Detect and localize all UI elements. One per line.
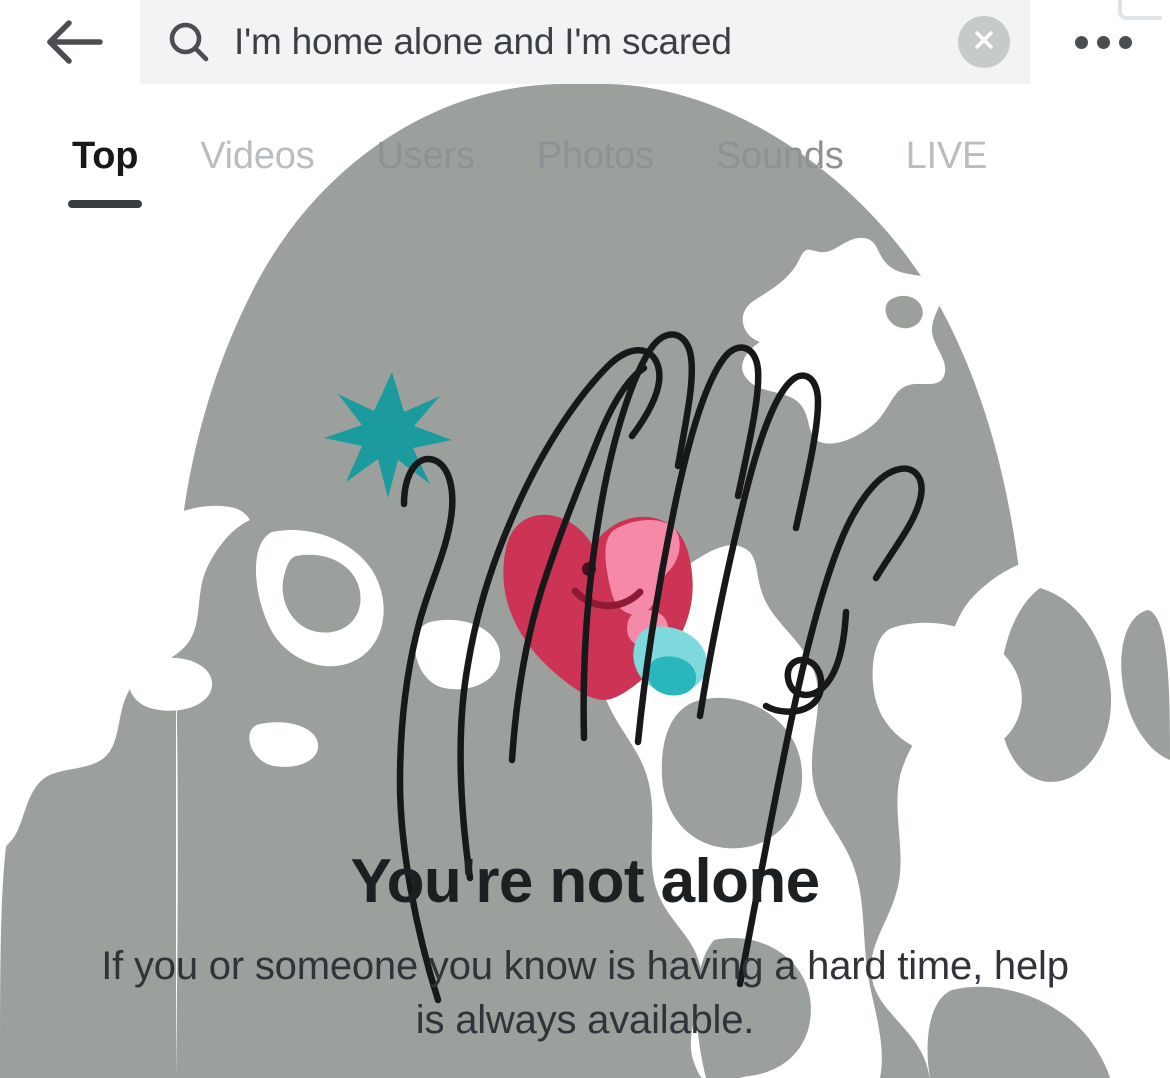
tab-photos-label: Photos: [536, 135, 654, 177]
search-icon: [162, 15, 216, 69]
tab-live[interactable]: LIVE: [906, 134, 988, 178]
corner-ui-artifact: [1118, 0, 1162, 20]
tab-videos-label: Videos: [200, 135, 315, 177]
more-options-button[interactable]: [1058, 12, 1148, 72]
tab-sounds[interactable]: Sounds: [716, 134, 844, 178]
more-options-icon-dot-1: [1074, 35, 1088, 49]
clear-search-button[interactable]: [958, 16, 1010, 68]
search-field[interactable]: [140, 0, 1030, 84]
tab-active-underline: [68, 200, 143, 208]
tab-users[interactable]: Users: [377, 134, 475, 178]
tab-sounds-label: Sounds: [715, 135, 844, 177]
tab-photos[interactable]: Photos: [537, 134, 654, 178]
more-options-icon-dot-3: [1118, 35, 1132, 49]
tab-live-label: LIVE: [905, 135, 988, 177]
tab-videos[interactable]: Videos: [200, 134, 315, 178]
search-results-screen: You're not alone If you or someone you k…: [0, 0, 1170, 1078]
top-search-bar: [0, 0, 1170, 84]
back-arrow-icon: [44, 16, 104, 68]
tab-top-label: Top: [72, 135, 139, 177]
close-x-icon: [971, 27, 997, 58]
search-input[interactable]: [216, 20, 948, 64]
tab-top[interactable]: Top: [68, 134, 143, 208]
tab-users-label: Users: [376, 135, 475, 177]
back-button[interactable]: [38, 10, 110, 74]
more-options-icon-dot-2: [1096, 35, 1110, 49]
